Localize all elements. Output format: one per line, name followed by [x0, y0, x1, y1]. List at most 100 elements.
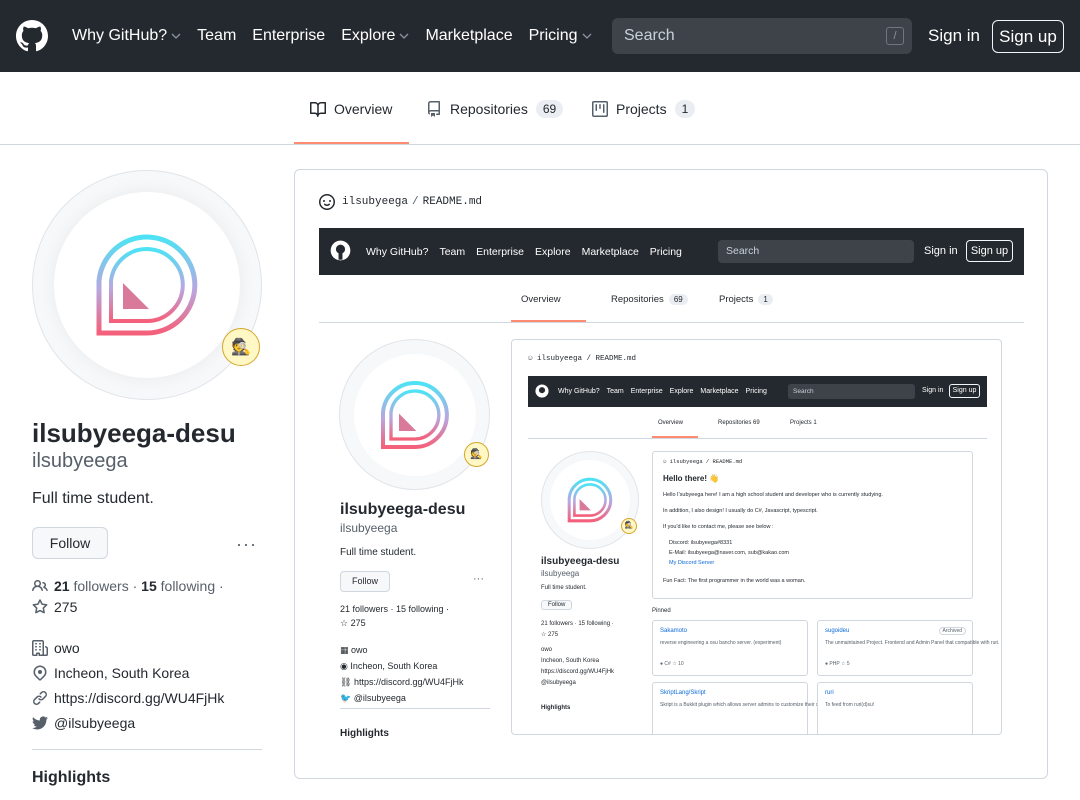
link-icon	[33, 691, 47, 705]
nested-bio: Full time student.	[541, 585, 587, 591]
tab-label: Projects	[616, 100, 667, 117]
readme-owner: ilsubyeega	[669, 458, 703, 465]
stars-stat[interactable]: 275	[32, 599, 77, 615]
profile-full-name: ilsubyeega-desu	[32, 418, 236, 448]
nav-label: Team	[606, 388, 624, 395]
nav-label: Why GitHub?	[558, 388, 600, 395]
more-options-button[interactable]: ···	[236, 534, 257, 555]
status-emoji-badge: 🕵	[621, 518, 637, 534]
nav-explore[interactable]: Explore	[341, 27, 409, 45]
search-input[interactable]: Search /	[612, 18, 912, 54]
repo-language: C#	[664, 661, 671, 667]
pinned-repo-name: Sakamoto	[660, 628, 688, 634]
twitter-item[interactable]: @ilsubyeega	[32, 715, 135, 731]
tab-label: Repositories	[450, 100, 528, 117]
screenshot-follow-button: Follow	[340, 571, 390, 592]
nav-marketplace[interactable]: Marketplace	[425, 27, 512, 45]
pinned-repo-name: sugoideu	[825, 628, 850, 634]
nav-label: Explore	[534, 245, 571, 258]
chevron-down-icon	[399, 33, 409, 39]
nav-label: Enterprise	[252, 27, 326, 44]
readme-list-item: My Discord Server	[669, 560, 715, 566]
sign-in-link[interactable]: Sign in	[928, 26, 980, 46]
nav-label: Explore	[341, 27, 396, 44]
search-placeholder: Search	[624, 27, 675, 44]
pinned-heading: Pinned	[652, 608, 671, 614]
website-link[interactable]: https://discord.gg/WU4FjHk	[54, 690, 224, 706]
nav-pricing[interactable]: Pricing	[529, 27, 592, 45]
github-logo-icon[interactable]	[16, 20, 48, 52]
nested-tab-projects: Projects 1	[790, 407, 817, 439]
star-icon	[32, 599, 48, 614]
followers-label[interactable]: followers	[73, 578, 128, 594]
nested-stars: ☆ 275	[541, 632, 559, 638]
tab-projects[interactable]: Projects 1	[592, 72, 696, 145]
nav-team[interactable]: Team	[197, 27, 236, 45]
project-icon	[592, 100, 608, 117]
nested-avatar	[541, 451, 639, 549]
screenshot-tab-underline	[511, 320, 586, 322]
follow-stats: 21 followers · 15 following ·	[32, 578, 224, 594]
repo-language: PHP	[829, 661, 840, 667]
nav-label: Team	[197, 27, 237, 44]
nav-label: Why GitHub?	[72, 27, 168, 44]
pinned-repo-name: SkriptLang/Skript	[660, 690, 706, 696]
github-logo-icon	[330, 240, 351, 261]
company-item: owo	[32, 640, 80, 656]
twitter-handle[interactable]: @ilsubyeega	[54, 715, 135, 731]
pinned-repo-desc: The unmaintained Project. Frontend and A…	[825, 640, 1000, 646]
screenshot-website: ⛓ https://discord.gg/WU4FjHk	[340, 677, 464, 687]
nav-label: Marketplace	[581, 245, 639, 258]
smiley-icon	[319, 194, 335, 210]
nav-enterprise[interactable]: Enterprise	[252, 27, 325, 45]
profile-username: ilsubyeega	[32, 450, 128, 472]
repo-stars: 10	[678, 661, 684, 667]
github-logo-icon	[535, 384, 549, 398]
tab-overview[interactable]: Overview	[310, 72, 392, 145]
tab-repositories[interactable]: Repositories 69	[426, 72, 564, 145]
sidebar-divider	[32, 749, 262, 750]
following-count[interactable]: 15	[141, 578, 157, 594]
company-name: owo	[351, 645, 368, 655]
screenshot-company: ▦ owo	[340, 645, 368, 655]
website-item[interactable]: https://discord.gg/WU4FjHk	[32, 690, 224, 706]
nested-nav: Why GitHub? Team Enterprise Explore Mark…	[558, 376, 774, 407]
avatar[interactable]	[32, 170, 262, 400]
nested-readme-box: ☺ ilsubyeega / README.md Hello there! 👋 …	[652, 451, 973, 599]
screenshot-location: ◉ Incheon, South Korea	[340, 661, 438, 671]
readme-header: ilsubyeega / README.md	[319, 194, 482, 210]
readme-paragraph: If you'd like to contact me, please see …	[663, 524, 774, 530]
nav-why-github[interactable]: Why GitHub?	[72, 27, 181, 45]
website-text: https://discord.gg/WU4FjHk	[353, 677, 464, 687]
nested-location: Incheon, South Korea	[541, 658, 600, 664]
readme-owner-link[interactable]: ilsubyeega	[342, 196, 408, 208]
twitter-bird-icon	[32, 716, 48, 730]
followers-count[interactable]: 21	[54, 578, 70, 594]
screenshot-follow-stats: 21 followers · 15 following ·	[340, 604, 450, 614]
nav-label: Enterprise	[476, 245, 524, 258]
detective-icon: 🕵	[231, 339, 251, 356]
follow-button[interactable]: Follow	[32, 527, 108, 559]
project-count-badge: 1	[674, 99, 696, 118]
screenshot-divider	[340, 708, 490, 709]
nav-label: Why GitHub?	[366, 245, 429, 258]
sign-up-button[interactable]: Sign up	[992, 20, 1064, 53]
organization-icon	[32, 640, 48, 656]
pinned-repo-desc: reverse engineering a osu bancho server.…	[660, 640, 782, 646]
readme-file: README.md	[712, 458, 743, 465]
following-label[interactable]: following	[161, 578, 215, 594]
screenshot-highlights: Highlights	[340, 728, 389, 739]
readme-file-link[interactable]: README.md	[423, 196, 482, 208]
screenshot-readme-header: ☺ ilsubyeega / README.md	[528, 355, 637, 363]
nav-label: Pricing	[745, 388, 767, 395]
nested-username: ilsubyeega	[541, 569, 580, 578]
path-separator: /	[412, 196, 419, 208]
book-icon	[310, 101, 326, 117]
stars-count: 275	[548, 632, 559, 638]
screenshot-tabs: Overview Repositories 69 Projects 1	[319, 275, 1024, 323]
avatar-image	[54, 192, 240, 378]
tab-label: Repositories	[611, 293, 664, 305]
nav-label: Explore	[669, 388, 694, 395]
status-emoji-badge[interactable]: 🕵	[222, 328, 260, 366]
screenshot-tab-repositories: Repositories 69	[611, 275, 688, 323]
